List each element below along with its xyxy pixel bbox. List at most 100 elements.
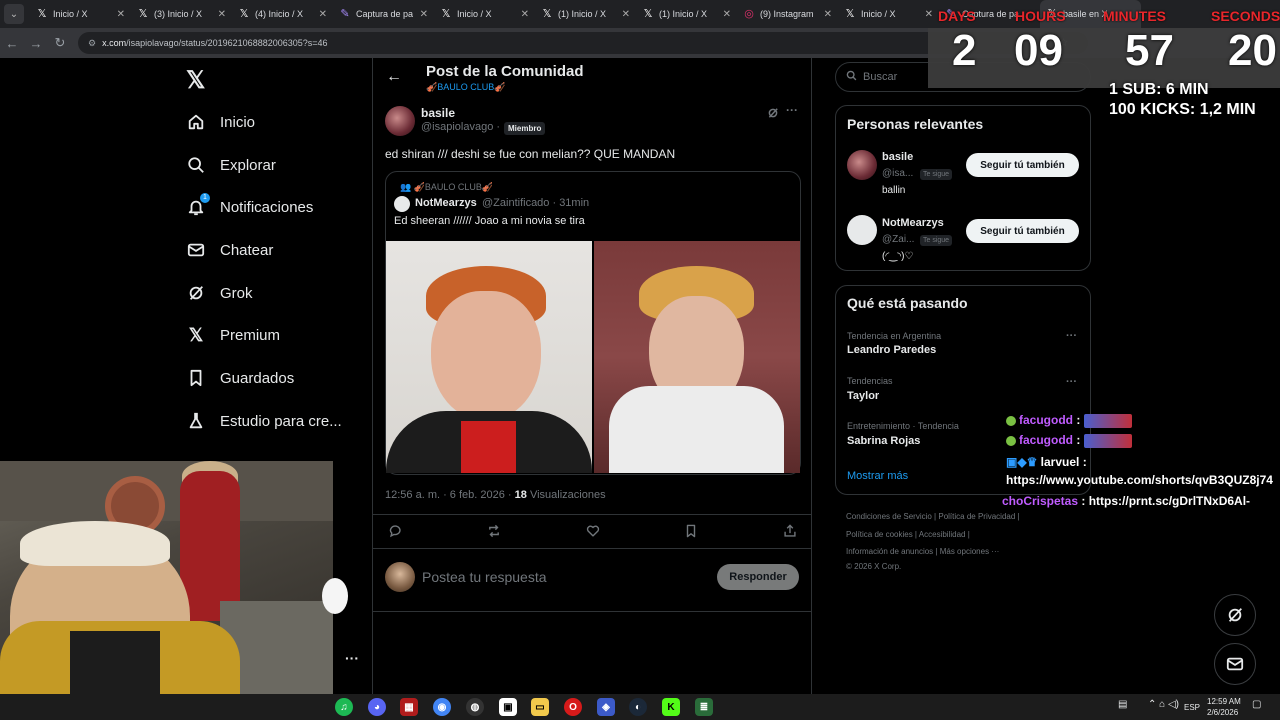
folder-icon[interactable]: ▭ <box>531 698 549 716</box>
timer-days-label: DAYS <box>938 8 976 24</box>
app-icon[interactable]: ◈ <box>597 698 615 716</box>
person-name[interactable]: basile <box>882 151 913 163</box>
browser-tab[interactable]: ◎ (9) Instagram ✕ <box>737 0 838 28</box>
quoted-community: 👥 🎻BAULO CLUB🎻 <box>400 182 494 192</box>
person-avatar[interactable] <box>847 215 877 245</box>
browser-tab[interactable]: 𝕏 Inicio / X ✕ <box>838 0 939 28</box>
chat-message: ▣◆♛ larvuel : <box>1006 455 1087 469</box>
like-icon[interactable] <box>586 524 600 541</box>
reply-button[interactable]: Responder <box>717 564 799 590</box>
notification-badge: 1 <box>200 193 210 203</box>
person-name[interactable]: NotMearzys <box>882 217 944 229</box>
clock-date[interactable]: 2/6/2026 <box>1207 708 1238 717</box>
clock-time[interactable]: 12:59 AM <box>1207 697 1241 706</box>
app-icon[interactable]: ▣ <box>499 698 517 716</box>
person-bio: (◜‿◝)♡ <box>882 251 914 262</box>
author-name[interactable]: basile <box>421 106 455 120</box>
trend-name[interactable]: Taylor <box>847 390 879 402</box>
person-bio: ballin <box>882 185 906 196</box>
reload-icon[interactable]: ↻ <box>48 35 72 51</box>
language-indicator[interactable]: ESP <box>1184 703 1200 712</box>
spotify-icon[interactable]: ♫ <box>335 698 353 716</box>
timer-rule: 100 KICKS: 1,2 MIN <box>1109 101 1256 118</box>
messages-fab-button[interactable] <box>1214 643 1256 685</box>
quoted-image-right[interactable] <box>594 241 800 473</box>
trend-meta: Tendencias <box>847 376 893 386</box>
browser-tab[interactable]: ✎ Captura de pa ✕ <box>333 0 434 28</box>
trend-more-icon[interactable]: ··· <box>1066 376 1077 388</box>
close-tab-icon[interactable]: ✕ <box>824 9 832 20</box>
tray-icons[interactable]: ⌃ ⌂ ◁) <box>1148 699 1179 710</box>
close-tab-icon[interactable]: ✕ <box>420 9 428 20</box>
mail-icon <box>186 240 206 260</box>
tab-list-menu-button[interactable]: ⌄ <box>4 4 24 24</box>
nav-item-chatear[interactable]: Chatear <box>186 235 273 265</box>
close-tab-icon[interactable]: ✕ <box>622 9 630 20</box>
site-info-icon[interactable]: ⚙ <box>88 38 96 49</box>
nav-item-inicio[interactable]: Inicio <box>186 107 255 137</box>
copyright: © 2026 X Corp. <box>846 562 902 571</box>
author-handle[interactable]: @isapiolavago · <box>421 121 500 133</box>
close-tab-icon[interactable]: ✕ <box>521 9 529 20</box>
community-link[interactable]: 🎻BAULO CLUB🎻 <box>426 82 505 93</box>
reply-input[interactable]: Postea tu respuesta <box>422 569 547 585</box>
author-avatar[interactable] <box>385 106 415 136</box>
nav-item-premium[interactable]: 𝕏 Premium <box>186 320 280 350</box>
forward-arrow-icon[interactable]: → <box>24 36 48 51</box>
discord-icon[interactable]: ◕ <box>368 698 386 716</box>
kick-icon[interactable]: K <box>662 698 680 716</box>
nav-item-estudio[interactable]: Estudio para cre... <box>186 406 342 436</box>
follow-button[interactable]: Seguir tú también <box>966 219 1079 243</box>
post-text: ed shiran /// deshi se fue con melian?? … <box>385 147 676 161</box>
close-tab-icon[interactable]: ✕ <box>925 9 933 20</box>
trend-name[interactable]: Sabrina Rojas <box>847 435 920 447</box>
tray-icons[interactable]: ▤ <box>1118 699 1127 710</box>
obs-icon[interactable]: ◍ <box>466 698 484 716</box>
browser-tab[interactable]: 𝕏 (4) Inicio / X ✕ <box>232 0 333 28</box>
repost-icon[interactable] <box>487 524 501 541</box>
notification-icon[interactable]: ▢ <box>1252 699 1261 710</box>
nav-item-explorar[interactable]: Explorar <box>186 150 276 180</box>
trend-more-icon[interactable]: ··· <box>1066 330 1077 342</box>
follow-button[interactable]: Seguir tú también <box>966 153 1079 177</box>
browser-tab[interactable]: 𝕏 (1) Inicio / X ✕ <box>535 0 636 28</box>
browser-tab[interactable]: 𝕏 Inicio / X ✕ <box>434 0 535 28</box>
grok-icon[interactable] <box>767 107 779 122</box>
browser-tab[interactable]: 𝕏 (1) Inicio / X ✕ <box>636 0 737 28</box>
trend-name[interactable]: Leandro Paredes <box>847 344 936 356</box>
app-icon[interactable]: ≣ <box>695 698 713 716</box>
timer-minutes-label: MINUTES <box>1103 8 1166 24</box>
bookmark-icon[interactable] <box>684 524 698 541</box>
person-handle: @Zai... <box>882 234 915 245</box>
opera-icon[interactable]: O <box>564 698 582 716</box>
back-arrow-icon[interactable]: ← <box>386 68 402 86</box>
instagram-icon: ◎ <box>744 8 754 20</box>
chrome-icon[interactable]: ◉ <box>433 698 451 716</box>
reply-icon[interactable] <box>389 524 403 541</box>
grok-fab-button[interactable] <box>1214 594 1256 636</box>
post-more-icon[interactable]: ··· <box>786 103 798 117</box>
close-tab-icon[interactable]: ✕ <box>117 9 125 20</box>
nav-item-notificaciones[interactable]: 1 Notificaciones <box>186 192 313 222</box>
divider <box>373 514 811 515</box>
quoted-author-name[interactable]: NotMearzys <box>415 197 477 209</box>
nav-item-guardados[interactable]: Guardados <box>186 363 294 393</box>
steam-icon[interactable]: ◐ <box>629 698 647 716</box>
quoted-author-avatar[interactable] <box>394 196 410 212</box>
quoted-image-left[interactable] <box>386 241 592 473</box>
floating-button[interactable] <box>322 578 348 614</box>
close-tab-icon[interactable]: ✕ <box>319 9 327 20</box>
app-icon[interactable]: ▦ <box>400 698 418 716</box>
timer-hours: 09 <box>1014 26 1063 75</box>
close-tab-icon[interactable]: ✕ <box>723 9 731 20</box>
share-icon[interactable] <box>783 524 797 541</box>
browser-tab[interactable]: 𝕏 Inicio / X ✕ <box>30 0 131 28</box>
back-arrow-icon[interactable]: ← <box>0 36 24 51</box>
browser-tab[interactable]: 𝕏 (3) Inicio / X ✕ <box>131 0 232 28</box>
close-tab-icon[interactable]: ✕ <box>218 9 226 20</box>
nav-item-grok[interactable]: Grok <box>186 278 253 308</box>
x-logo-icon[interactable]: 𝕏 <box>186 66 205 95</box>
person-avatar[interactable] <box>847 150 877 180</box>
show-more-link[interactable]: Mostrar más <box>847 470 908 482</box>
account-more-icon[interactable]: ··· <box>345 650 359 666</box>
